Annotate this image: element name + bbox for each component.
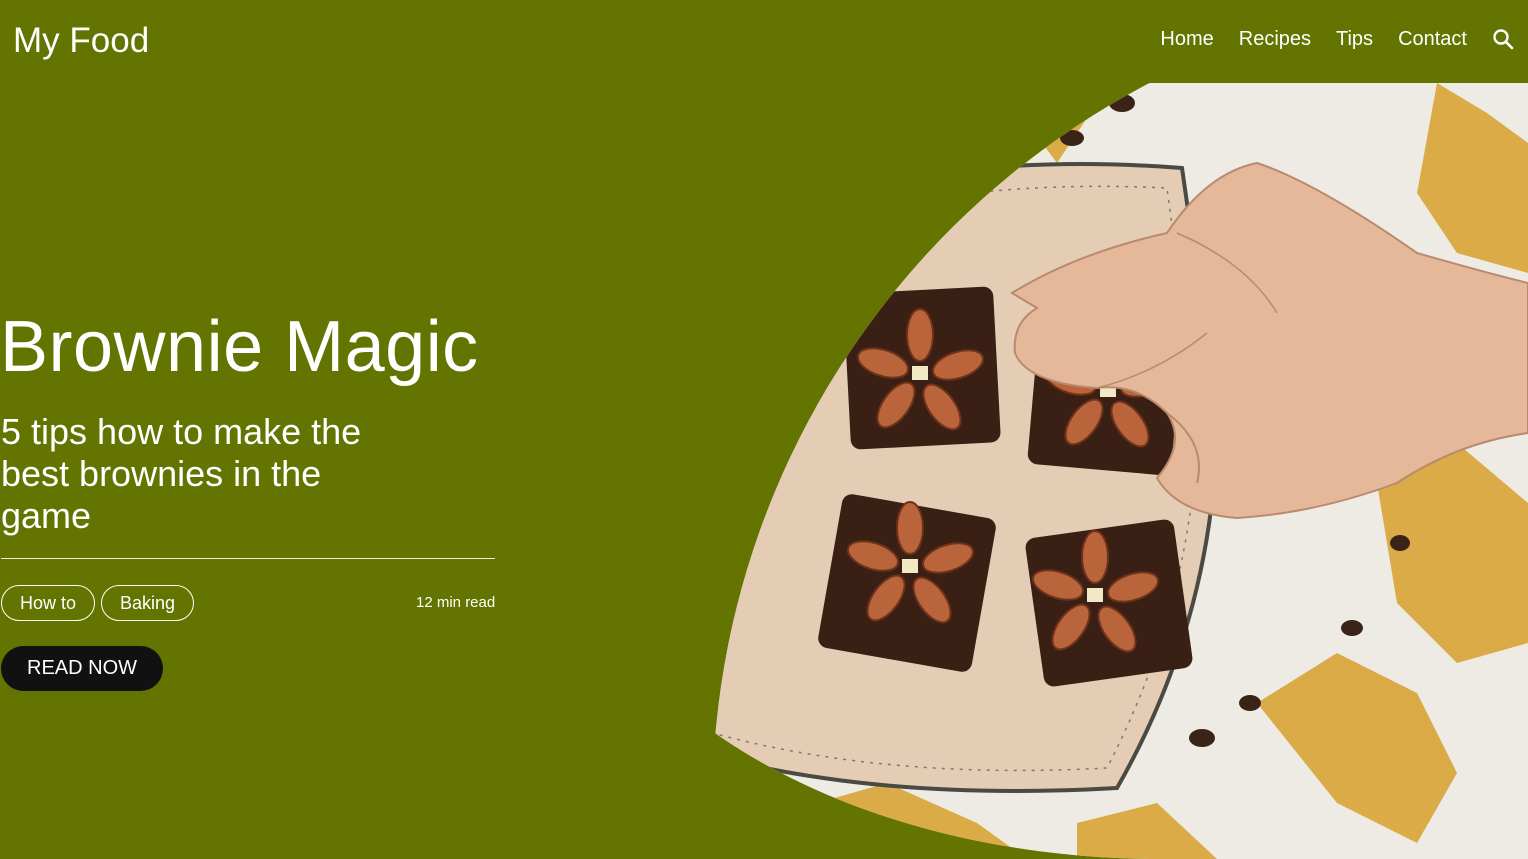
hero-image	[712, 83, 1528, 859]
read-time: 12 min read	[416, 594, 496, 611]
nav-recipes[interactable]: Recipes	[1239, 25, 1311, 53]
tag-how-to[interactable]: How to	[1, 585, 96, 621]
page: My Food Home Recipes Tips Contact Browni…	[0, 0, 1528, 859]
tag-baking[interactable]: Baking	[101, 585, 195, 621]
divider	[1, 558, 495, 559]
nav-contact[interactable]: Contact	[1398, 25, 1467, 53]
hero-title: Brownie Magic	[0, 307, 479, 387]
search-icon[interactable]	[1492, 28, 1514, 50]
read-now-button[interactable]: READ NOW	[1, 646, 163, 691]
tag-list: How to Baking	[1, 585, 200, 621]
nav-home[interactable]: Home	[1160, 25, 1213, 53]
main-nav: Home Recipes Tips Contact	[1135, 25, 1514, 53]
site-logo[interactable]: My Food	[13, 20, 149, 62]
hero-subtitle: 5 tips how to make the best brownies in …	[1, 411, 362, 536]
nav-tips[interactable]: Tips	[1336, 25, 1373, 53]
